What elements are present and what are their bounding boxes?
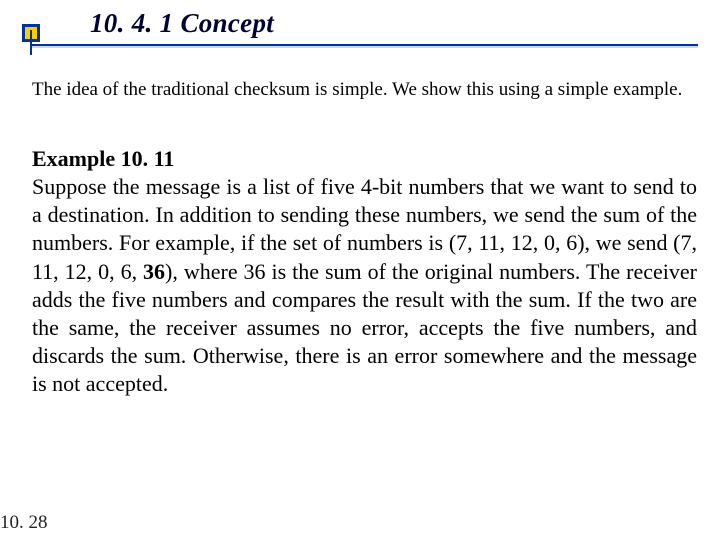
slide: 10. 4. 1 Concept The idea of the traditi…: [0, 0, 720, 540]
intro-paragraph: The idea of the traditional checksum is …: [32, 78, 692, 101]
slide-number: 10. 28: [0, 512, 48, 534]
heading-vertical-rule: [30, 30, 32, 55]
heading-text: 10. 4. 1 Concept: [90, 8, 274, 39]
example-bold-36: 36: [143, 259, 165, 284]
heading-underline-shadow: [32, 46, 698, 48]
example-block: Example 10. 11 Suppose the message is a …: [32, 145, 697, 398]
example-title: Example 10. 11: [32, 146, 174, 171]
